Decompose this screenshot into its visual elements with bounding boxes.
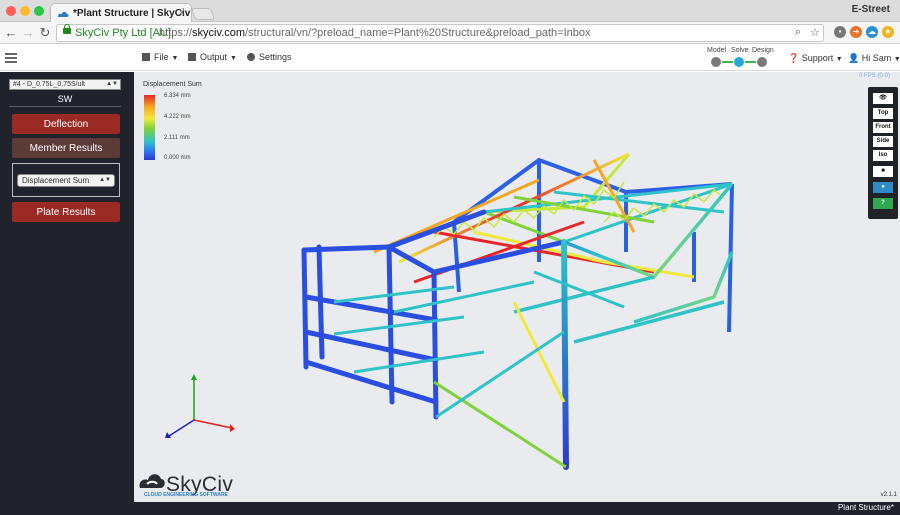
divider [9, 106, 121, 107]
extension-star-icon[interactable]: ★ [882, 26, 894, 38]
legend-min-value: 0.000 mm [164, 155, 191, 161]
view-front-button[interactable]: Front [873, 122, 893, 133]
user-menu[interactable]: 👤 Hi Sam ▼ [848, 53, 900, 64]
result-type-value: Displacement Sum [22, 176, 90, 185]
camera-icon[interactable]: ■ [873, 166, 893, 177]
forward-arrow-icon[interactable]: → [21, 25, 35, 41]
view-toolbar: 👁 Top Front Side Iso ■ ● ? [868, 87, 898, 219]
legend-max-value: 6.334 mm [164, 93, 191, 99]
braces [433, 270, 625, 469]
bookmark-star-icon[interactable]: ☆ [810, 26, 820, 39]
view-side-button[interactable]: Side [873, 136, 893, 147]
legend-value-2: 4.222 mm [164, 114, 191, 120]
eye-icon[interactable]: 👁 [873, 93, 893, 104]
chevron-down-icon: ▲▼ [99, 177, 111, 183]
structure-3d-render[interactable] [134, 72, 900, 502]
settings-menu-label: Settings [259, 52, 292, 62]
logo-tagline: CLOUD ENGINEERING SOFTWARE [144, 492, 228, 498]
minimize-window-button[interactable] [20, 6, 30, 16]
search-icon[interactable]: ⌕ [795, 26, 801, 39]
hamburger-menu-icon[interactable] [5, 53, 17, 63]
gear-icon [247, 53, 255, 61]
axis-triad [165, 374, 235, 438]
site-identity: SkyCiv Pty Ltd [AU] [75, 27, 171, 39]
globe-icon[interactable]: ● [873, 182, 893, 193]
workflow-solve-label: Solve [731, 47, 749, 54]
settings-menu[interactable]: Settings [247, 52, 292, 62]
fps-counter: 0 FPS (0-0) [858, 73, 890, 79]
user-icon: 👤 [848, 53, 860, 63]
question-icon: ❓ [788, 53, 800, 63]
app-header: File ▼ Output ▼ Settings Model Solve Desig… [0, 45, 900, 71]
file-menu[interactable]: File ▼ [142, 52, 178, 62]
legend-title: Displacement Sum [143, 81, 202, 88]
tab-title: *Plant Structure | SkyCiv [73, 8, 191, 19]
chevron-down-icon: ▼ [230, 55, 237, 62]
user-label: Hi Sam [861, 53, 892, 63]
help-icon[interactable]: ? [873, 198, 893, 209]
project-name: Plant Structure* [837, 503, 894, 512]
plate-results-button[interactable]: Plate Results [12, 202, 120, 222]
load-combination-value: #4 - D_0.75L_0.75S/ult [13, 81, 85, 88]
monitor-icon [188, 53, 196, 61]
skyciv-logo-icon [139, 474, 165, 488]
chevron-down-icon: ▼ [835, 56, 843, 63]
workflow-design-button[interactable] [756, 56, 768, 68]
member-results-button[interactable]: Member Results [12, 138, 120, 158]
lock-icon [63, 24, 71, 34]
browser-toolbar: ← → ↻ SkyCiv Pty Ltd [AU] https://skyciv… [0, 22, 900, 44]
output-menu[interactable]: Output ▼ [188, 52, 237, 62]
url-text[interactable]: https://skyciv.com/structural/vn/?preloa… [159, 27, 591, 39]
browser-titlebar: *Plant Structure | SkyCiv × E-Street [0, 0, 900, 23]
workflow-model-label: Model [707, 47, 727, 54]
address-bar[interactable]: SkyCiv Pty Ltd [AU] https://skyciv.com/s… [56, 24, 824, 42]
view-iso-button[interactable]: Iso [873, 150, 893, 161]
support-label: Support [801, 53, 834, 63]
y-axis-arrow-icon [191, 374, 197, 380]
deflection-button[interactable]: Deflection [12, 114, 120, 134]
url-path: /structural/vn/?preload_name=Plant%20Str… [245, 27, 591, 39]
maximize-window-button[interactable] [34, 6, 44, 16]
url-prefix: https:// [159, 27, 193, 39]
close-window-button[interactable] [6, 6, 16, 16]
load-combination-select[interactable]: #4 - D_0.75L_0.75S/ult ▲▼ [9, 79, 121, 90]
extension-puzzle-icon[interactable]: ▪ [834, 26, 846, 38]
skyciv-favicon-icon [58, 11, 69, 17]
chevron-down-icon: ▲▼ [106, 81, 118, 87]
workflow-design-label: Design [752, 47, 774, 54]
output-menu-label: Output [200, 52, 228, 62]
back-arrow-icon[interactable]: ← [4, 25, 18, 41]
model-viewport[interactable]: Displacement Sum 6.334 mm 4.222 mm 2.111… [134, 72, 900, 502]
result-type-select[interactable]: Displacement Sum ▲▼ [17, 174, 115, 187]
workflow-model-button[interactable] [710, 56, 722, 68]
x-axis-arrow-icon [230, 424, 235, 432]
chevron-down-icon: ▼ [171, 55, 179, 62]
file-icon [142, 53, 150, 61]
url-domain: skyciv.com [192, 27, 245, 39]
load-case-name: SW [57, 94, 73, 104]
new-tab-button[interactable] [190, 8, 216, 20]
extension-cloud-icon[interactable]: ☁ [866, 26, 878, 38]
status-bar: Plant Structure* [0, 502, 900, 515]
results-sidebar: #4 - D_0.75L_0.75S/ult ▲▼ SW Deflection … [0, 72, 134, 502]
version-label: v2.1.1 [880, 492, 897, 498]
result-type-panel: Displacement Sum ▲▼ [12, 163, 120, 197]
roof-trusses [373, 152, 733, 284]
extension-arrow-icon[interactable]: ➜ [850, 26, 862, 38]
chevron-down-icon: ▼ [893, 56, 900, 63]
legend-value-3: 2.111 mm [164, 135, 190, 141]
support-menu[interactable]: ❓ Support ▼ [788, 53, 843, 64]
view-top-button[interactable]: Top [873, 108, 893, 119]
workflow-solve-button[interactable] [733, 56, 745, 68]
tab-close-icon[interactable]: × [179, 7, 185, 19]
reload-icon[interactable]: ↻ [38, 25, 52, 41]
browser-tab[interactable]: *Plant Structure | SkyCiv × [50, 3, 192, 23]
legend-color-scale [144, 95, 155, 160]
skyciv-logo: SkyCiv CLOUD ENGINEERING SOFTWARE [138, 470, 233, 498]
profile-name[interactable]: E-Street [852, 4, 890, 15]
file-menu-label: File [154, 52, 169, 62]
